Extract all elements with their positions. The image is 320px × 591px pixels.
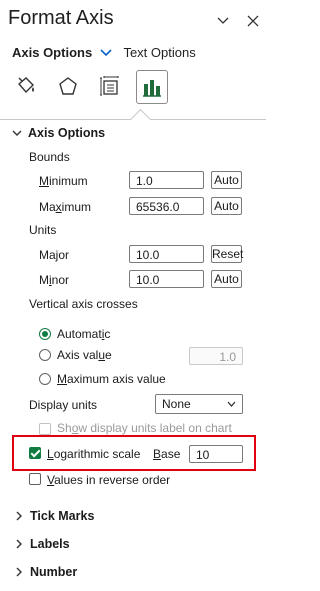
minor-label: Minor <box>39 273 70 287</box>
show-display-units-checkbox[interactable] <box>39 423 51 435</box>
automatic-radio-label[interactable]: Automatic <box>57 327 110 341</box>
axis-options-section-header[interactable]: Axis Options <box>12 126 105 140</box>
display-units-label: Display units <box>29 398 98 412</box>
axis-options-heading: Axis Options <box>28 126 106 140</box>
axis-value-input[interactable]: 1.0 <box>189 347 243 365</box>
minimum-auto-button[interactable]: Auto <box>211 171 242 189</box>
maximum-label: Maximum <box>39 200 92 214</box>
tick-marks-section-header[interactable]: Tick Marks <box>14 509 94 523</box>
tab-axis-options[interactable]: Axis Options <box>12 45 92 60</box>
units-label: Units <box>29 223 57 237</box>
logarithmic-scale-checkbox[interactable] <box>29 447 41 459</box>
display-units-selected: None <box>162 397 191 411</box>
labels-section-header[interactable]: Labels <box>14 537 70 551</box>
active-tab-pointer <box>129 108 152 131</box>
major-unit-input[interactable]: 10.0 <box>129 245 204 263</box>
reverse-order-label[interactable]: Values in reverse order <box>47 473 170 487</box>
show-display-units-label: Show display units label on chart <box>57 421 232 435</box>
tab-text-options[interactable]: Text Options <box>123 45 195 60</box>
major-reset-button[interactable]: Reset <box>211 245 243 263</box>
minor-unit-input[interactable]: 10.0 <box>129 270 204 288</box>
collapse-chevron-icon[interactable] <box>214 12 232 30</box>
size-properties-icon[interactable] <box>94 70 126 102</box>
axis-value-radio-label[interactable]: Axis value <box>57 348 112 362</box>
effects-pentagon-icon[interactable] <box>52 70 84 102</box>
chevron-down-icon <box>227 401 236 407</box>
display-units-select[interactable]: None <box>155 394 243 414</box>
base-label: Base <box>153 447 181 461</box>
chevron-right-icon <box>16 567 22 577</box>
pane-title: Format Axis <box>8 7 114 29</box>
maximum-axis-value-radio-label[interactable]: Maximum axis value <box>57 372 166 386</box>
tab-dropdown-chevron-icon[interactable] <box>100 46 112 61</box>
maximum-axis-value-radio[interactable] <box>39 373 51 385</box>
minor-auto-button[interactable]: Auto <box>211 270 242 288</box>
fill-line-icon[interactable] <box>10 70 42 102</box>
maximum-input[interactable]: 65536.0 <box>129 197 204 215</box>
chevron-right-icon <box>16 511 22 521</box>
chevron-down-icon <box>12 130 22 136</box>
chevron-right-icon <box>16 539 22 549</box>
reverse-order-checkbox[interactable] <box>29 473 41 485</box>
minimum-input[interactable]: 1.0 <box>129 171 204 189</box>
log-base-input[interactable]: 10 <box>189 445 243 463</box>
axis-options-bar-chart-icon[interactable] <box>136 70 168 104</box>
vertical-axis-crosses-label: Vertical axis crosses <box>29 297 138 311</box>
axis-value-radio[interactable] <box>39 349 51 361</box>
logarithmic-scale-label[interactable]: Logarithmic scale <box>47 447 140 461</box>
number-heading: Number <box>30 565 78 579</box>
bounds-label: Bounds <box>29 150 70 164</box>
tick-marks-heading: Tick Marks <box>30 509 95 523</box>
minimum-label: Minimum <box>39 174 88 188</box>
maximum-auto-button[interactable]: Auto <box>211 197 242 215</box>
automatic-radio[interactable] <box>39 328 51 340</box>
labels-heading: Labels <box>30 537 70 551</box>
number-section-header[interactable]: Number <box>14 565 77 579</box>
close-icon[interactable] <box>244 12 262 30</box>
options-tabs: Axis Options Text Options <box>12 45 196 61</box>
major-label: Major <box>39 248 70 262</box>
